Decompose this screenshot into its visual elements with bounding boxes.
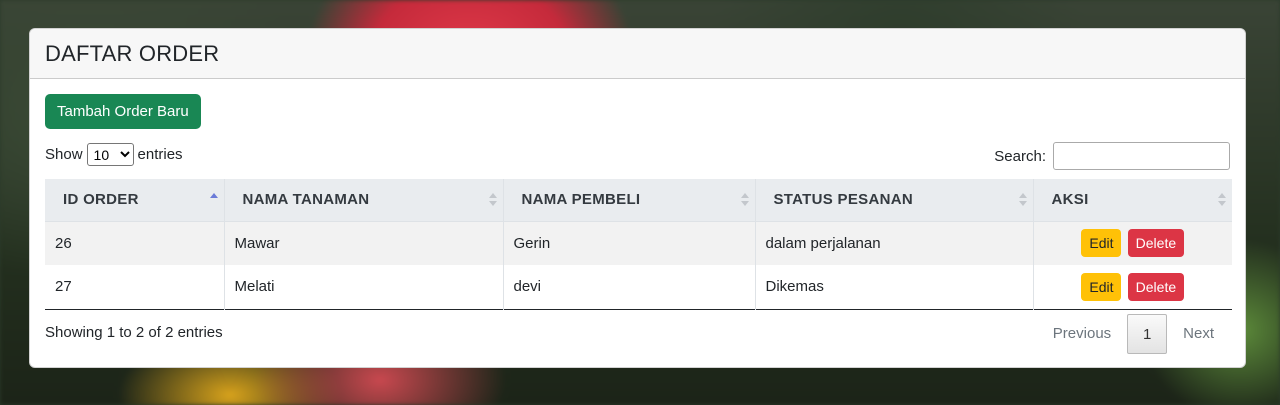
- table-row: 27 Melati devi Dikemas Edit Delete: [45, 265, 1232, 309]
- sort-icon: [488, 193, 497, 207]
- column-header-id-order[interactable]: ID ORDER: [45, 179, 225, 222]
- column-header-label: NAMA TANAMAN: [242, 191, 370, 209]
- column-header-status-pesanan[interactable]: STATUS PESANAN: [755, 179, 1034, 222]
- previous-page-button[interactable]: Previous: [1037, 315, 1127, 353]
- column-header-label: AKSI: [1051, 191, 1089, 209]
- table-header-row: ID ORDER NAMA TANAMAN NAMA PEMBELI STATU…: [45, 179, 1232, 222]
- table-row: 26 Mawar Gerin dalam perjalanan Edit Del…: [45, 221, 1232, 265]
- show-label: Show: [45, 146, 83, 163]
- delete-button[interactable]: Delete: [1127, 229, 1185, 258]
- column-header-nama-tanaman[interactable]: NAMA TANAMAN: [224, 179, 504, 222]
- sort-icon: [1218, 193, 1226, 207]
- next-page-button[interactable]: Next: [1167, 315, 1230, 353]
- search-control: Search:: [994, 142, 1230, 170]
- column-header-nama-pembeli[interactable]: NAMA PEMBELI: [503, 179, 756, 222]
- card-header: DAFTAR ORDER: [30, 29, 1245, 79]
- cell-nama-pembeli: Gerin: [503, 221, 756, 265]
- edit-button[interactable]: Edit: [1081, 272, 1122, 301]
- card-body: Tambah Order Baru Show 10 entries Search…: [30, 79, 1245, 367]
- sort-ascending-icon: [209, 193, 218, 207]
- orders-table: ID ORDER NAMA TANAMAN NAMA PEMBELI STATU…: [45, 179, 1232, 310]
- delete-button[interactable]: Delete: [1127, 272, 1185, 301]
- column-header-label: STATUS PESANAN: [773, 191, 913, 209]
- cell-status-pesanan: Dikemas: [755, 265, 1034, 309]
- column-header-aksi[interactable]: AKSI: [1033, 179, 1232, 222]
- cell-id-order: 27: [45, 265, 225, 309]
- order-list-card: DAFTAR ORDER Tambah Order Baru Show 10 e…: [29, 28, 1246, 368]
- cell-nama-tanaman: Mawar: [224, 221, 504, 265]
- add-order-button[interactable]: Tambah Order Baru: [45, 94, 201, 129]
- column-header-label: NAMA PEMBELI: [521, 191, 641, 209]
- page-1-button[interactable]: 1: [1127, 313, 1168, 354]
- search-input[interactable]: [1053, 142, 1230, 170]
- entries-select[interactable]: 10: [86, 143, 134, 166]
- table-footer: Showing 1 to 2 of 2 entries Previous 1 N…: [45, 310, 1230, 356]
- sort-icon: [740, 193, 749, 207]
- cell-id-order: 26: [45, 221, 225, 265]
- entries-length-control: Show 10 entries: [45, 143, 183, 166]
- cell-nama-tanaman: Melati: [224, 265, 504, 309]
- page-title: DAFTAR ORDER: [45, 40, 220, 66]
- edit-button[interactable]: Edit: [1081, 229, 1122, 258]
- cell-aksi: Edit Delete: [1033, 221, 1232, 265]
- pagination: Previous 1 Next: [1037, 313, 1230, 354]
- column-header-label: ID ORDER: [63, 191, 139, 209]
- cell-aksi: Edit Delete: [1033, 265, 1232, 309]
- sort-icon: [1018, 193, 1027, 207]
- search-label: Search:: [994, 147, 1046, 165]
- cell-status-pesanan: dalam perjalanan: [755, 221, 1034, 265]
- table-controls: Show 10 entries Search:: [45, 142, 1230, 179]
- entries-label: entries: [137, 146, 183, 163]
- cell-nama-pembeli: devi: [503, 265, 756, 309]
- entries-info: Showing 1 to 2 of 2 entries: [45, 323, 223, 341]
